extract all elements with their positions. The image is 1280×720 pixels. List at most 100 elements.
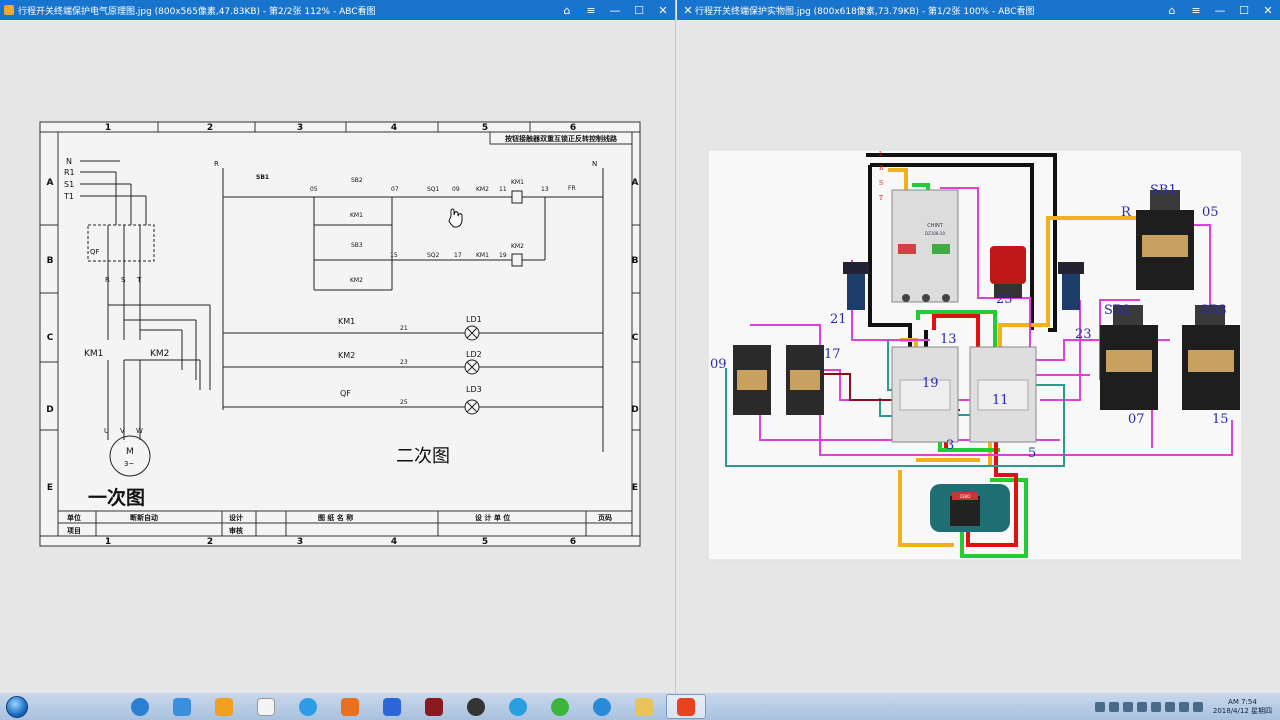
left-window-titlebar[interactable]: 行程开关终端保护电气原理图.jpg (800x565像素,47.83KB) - … — [0, 0, 675, 20]
tray-icon[interactable] — [1136, 701, 1147, 712]
taskbar-app[interactable] — [246, 694, 286, 719]
table-cell: 断斯自动 — [130, 513, 158, 522]
three-phase-motor: CEKO — [930, 484, 1010, 532]
circuit-breaker: CHINT DZ108-20 — [891, 189, 959, 303]
minimize-button[interactable]: — — [1208, 4, 1232, 17]
row-letter: A — [47, 178, 54, 188]
taskbar-app[interactable] — [162, 694, 202, 719]
col-number: 6 — [570, 537, 576, 547]
close-button[interactable]: ✕ — [1256, 4, 1280, 17]
wire-label-11: 11 — [992, 393, 1009, 408]
swirl-app-icon — [509, 697, 527, 716]
lamp-contact-label: KM1 — [338, 317, 355, 326]
right-window-title: 行程开关终端保护实物图.jpg (800x618像素,73.79KB) - 第1… — [695, 6, 1035, 17]
clock[interactable]: AM 7:54 2018/4/12 星期四 — [1213, 698, 1272, 716]
wire-label: 11 — [499, 186, 507, 193]
taskbar-app[interactable] — [498, 694, 538, 719]
maximize-button[interactable]: ☐ — [627, 4, 651, 17]
right-image-viewer-window: ✕ 行程开关终端保护实物图.jpg (800x618像素,73.79KB) - … — [677, 0, 1280, 693]
taskbar-app[interactable] — [456, 694, 496, 719]
wire-label: 15 — [390, 252, 398, 259]
phase-label: S — [121, 276, 126, 284]
wire-label-09: 09 — [710, 357, 727, 372]
km2-aux-label: KM2 — [350, 277, 363, 284]
sb1-label: SB1 — [256, 174, 269, 181]
home-icon[interactable]: ⌂ — [1160, 4, 1184, 17]
taskbar-app[interactable] — [414, 694, 454, 719]
motor-sub-label: 3~ — [124, 460, 134, 468]
wire-label: 23 — [400, 359, 408, 366]
table-cell: 单位 — [67, 513, 81, 522]
line-label: S — [879, 180, 883, 187]
row-letter: C — [632, 333, 639, 343]
phase-label: R — [105, 276, 110, 284]
col-number: 4 — [391, 537, 397, 547]
tray-icon[interactable] — [1094, 701, 1105, 712]
row-letter: B — [47, 256, 54, 266]
breaker-brand: CHINT — [927, 223, 943, 229]
tray-icon[interactable] — [1164, 701, 1175, 712]
wire-label-23: 23 — [1075, 327, 1092, 342]
taskbar-app[interactable] — [120, 694, 160, 719]
lamp-contact-label: KM2 — [338, 351, 355, 360]
wire-label: 09 — [452, 186, 460, 193]
taskbar-app[interactable] — [540, 694, 580, 719]
minimize-button[interactable]: — — [603, 4, 627, 17]
tray-icon[interactable] — [1108, 701, 1119, 712]
col-number: 3 — [297, 537, 303, 547]
col-number: 2 — [207, 123, 213, 133]
wire-label-19: 19 — [922, 376, 939, 391]
taskbar-app[interactable] — [582, 694, 622, 719]
taskbar-app-active[interactable] — [666, 694, 706, 719]
limit-switch-sq2 — [786, 345, 824, 415]
wire-label: 21 — [400, 325, 408, 332]
left-image-canvas[interactable]: 1 2 3 4 5 6 A B C D E A B C D E 按钮接触器双重互… — [0, 20, 675, 693]
close-button[interactable]: ✕ — [651, 4, 675, 17]
km1-coil-label: KM1 — [511, 179, 524, 186]
taskbar-app[interactable] — [624, 694, 664, 719]
taskbar-app[interactable] — [372, 694, 412, 719]
taskbar-app[interactable] — [204, 694, 244, 719]
breaker-model: DZ108-20 — [925, 231, 945, 236]
table-cell: 项目 — [67, 526, 81, 535]
menu-icon[interactable]: ≡ — [1184, 4, 1208, 17]
wire-label: 25 — [400, 399, 408, 406]
start-button[interactable] — [0, 693, 34, 720]
wire-label: 13 — [541, 186, 549, 193]
col-number: 2 — [207, 537, 213, 547]
col-number: 4 — [391, 123, 397, 133]
table-cell: 设计 — [229, 513, 243, 522]
sync-app-icon — [593, 697, 611, 716]
maximize-button[interactable]: ☐ — [1232, 4, 1256, 17]
lamp-label: LD1 — [466, 315, 482, 324]
qq-browser-icon — [299, 697, 317, 716]
right-window-titlebar[interactable]: ✕ 行程开关终端保护实物图.jpg (800x618像素,73.79KB) - … — [677, 0, 1280, 20]
km1-aux-label: KM1 — [350, 212, 363, 219]
right-image-canvas[interactable]: CHINT DZ108-20 CEKO SB1 R 05 SB2 SB3 21 … — [677, 20, 1280, 693]
taskbar-app[interactable] — [330, 694, 370, 719]
taskbar-app[interactable] — [288, 694, 328, 719]
paw-app-icon — [383, 697, 401, 716]
network-icon[interactable] — [1178, 701, 1189, 712]
home-icon[interactable]: ⌂ — [555, 4, 579, 17]
wiring-photo-image: CHINT DZ108-20 CEKO SB1 R 05 SB2 SB3 21 … — [707, 149, 1243, 561]
close-tab-icon[interactable]: ✕ — [681, 4, 695, 17]
electrical-schematic-image: 1 2 3 4 5 6 A B C D E A B C D E 按钮接触器双重互… — [39, 121, 641, 547]
tray-icon[interactable] — [1150, 701, 1161, 712]
row-letter: D — [46, 405, 53, 415]
menu-icon[interactable]: ≡ — [579, 4, 603, 17]
contactor-km1 — [891, 346, 959, 443]
volume-icon[interactable] — [1192, 701, 1203, 712]
line-label: R — [879, 165, 884, 172]
sb3-label: SB3 — [1200, 303, 1227, 318]
game-app-icon — [467, 697, 485, 716]
km2-contact-label: KM2 — [476, 186, 489, 193]
ie-browser-icon — [131, 697, 149, 716]
sb2-label: SB2 — [1104, 303, 1131, 318]
system-tray: AM 7:54 2018/4/12 星期四 — [1093, 693, 1280, 720]
image-viewer-icon — [677, 697, 695, 716]
row-letter: C — [47, 333, 54, 343]
wire-label-13: 13 — [940, 332, 957, 347]
left-image-viewer-window: 行程开关终端保护电气原理图.jpg (800x565像素,47.83KB) - … — [0, 0, 676, 693]
tray-icon[interactable] — [1122, 701, 1133, 712]
